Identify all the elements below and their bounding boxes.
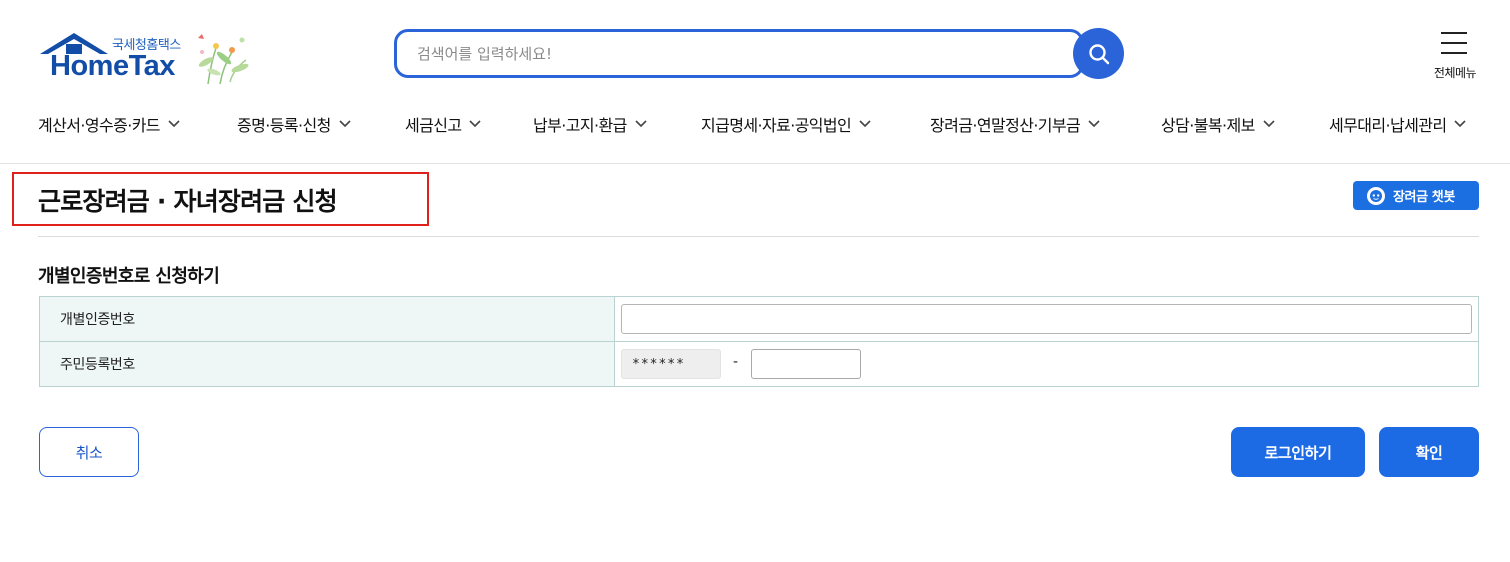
- hamburger-icon: [1441, 32, 1467, 62]
- header-divider: [0, 163, 1510, 164]
- hometax-logo[interactable]: 국세청홈택스 HomeTax: [38, 30, 258, 86]
- logo-wordmark: HomeTax: [50, 50, 175, 82]
- chevron-down-icon: [469, 120, 482, 128]
- cancel-button[interactable]: 취소: [39, 427, 139, 477]
- chevron-down-icon: [339, 120, 351, 128]
- chevron-down-icon: [859, 120, 871, 128]
- rrn-back-input[interactable]: [751, 349, 861, 379]
- chatbot-label: 장려금 챗봇: [1393, 190, 1455, 205]
- search-icon: [1088, 43, 1109, 64]
- cert-number-label: 개별인증번호: [40, 297, 615, 341]
- gnb-item-consulting[interactable]: 상담·불복·제보: [1161, 112, 1275, 136]
- chatbot-icon: [1367, 186, 1385, 205]
- gnb-item-label: 세무대리·납세관리: [1329, 116, 1447, 135]
- chevron-down-icon: [1263, 120, 1275, 128]
- cert-number-cell: [616, 297, 1478, 341]
- search-input[interactable]: [417, 44, 1057, 64]
- all-menu-button[interactable]: 전체메뉴: [1425, 30, 1485, 82]
- confirm-button[interactable]: 확인: [1379, 427, 1479, 477]
- rrn-front-field: ******: [621, 349, 721, 379]
- rrn-label: 주민등록번호: [40, 342, 615, 386]
- title-divider: [38, 236, 1479, 237]
- gnb-item-label: 상담·불복·제보: [1161, 116, 1255, 135]
- rrn-cell: ****** -: [616, 342, 1478, 386]
- gnb-item-receipts[interactable]: 계산서·영수증·카드: [38, 112, 180, 136]
- gnb-item-label: 납부·고지·환급: [533, 116, 627, 135]
- table-row: 개별인증번호: [40, 297, 1478, 342]
- main-navigation: 계산서·영수증·카드 증명·등록·신청 세금신고 납부·고지·환급 지급명세·자…: [0, 106, 1510, 142]
- search-box: [394, 29, 1084, 78]
- rrn-dash: -: [733, 354, 739, 370]
- gnb-item-tax-filing[interactable]: 세금신고: [405, 112, 482, 136]
- gnb-item-payment[interactable]: 납부·고지·환급: [533, 112, 647, 136]
- chevron-down-icon: [1454, 120, 1467, 128]
- gnb-item-certificates[interactable]: 증명·등록·신청: [237, 112, 351, 136]
- login-button[interactable]: 로그인하기: [1231, 427, 1365, 477]
- chatbot-button[interactable]: 장려금 챗봇: [1353, 181, 1479, 210]
- gnb-item-label: 세금신고: [405, 116, 462, 135]
- cert-number-input[interactable]: [621, 304, 1472, 334]
- chevron-down-icon: [168, 120, 180, 128]
- gnb-item-label: 장려금·연말정산·기부금: [930, 116, 1081, 135]
- gnb-item-label: 증명·등록·신청: [237, 116, 331, 135]
- chevron-down-icon: [1088, 120, 1100, 128]
- gnb-item-label: 계산서·영수증·카드: [38, 116, 161, 135]
- search-button[interactable]: [1073, 28, 1124, 79]
- gnb-item-statements[interactable]: 지급명세·자료·공익법인: [701, 112, 871, 136]
- section-title: 개별인증번호로 신청하기: [38, 266, 220, 287]
- page-title: 근로장려금 · 자녀장려금 신청: [38, 187, 338, 216]
- table-row: 주민등록번호 ****** -: [40, 342, 1478, 386]
- flower-decoration-icon: [198, 34, 249, 85]
- gnb-item-tax-agent[interactable]: 세무대리·납세관리: [1329, 112, 1467, 136]
- gnb-item-incentives[interactable]: 장려금·연말정산·기부금: [930, 112, 1100, 136]
- all-menu-label: 전체메뉴: [1433, 66, 1477, 80]
- chevron-down-icon: [635, 120, 647, 128]
- auth-form-table: 개별인증번호 주민등록번호 ****** -: [39, 296, 1479, 387]
- gnb-item-label: 지급명세·자료·공익법인: [701, 116, 852, 135]
